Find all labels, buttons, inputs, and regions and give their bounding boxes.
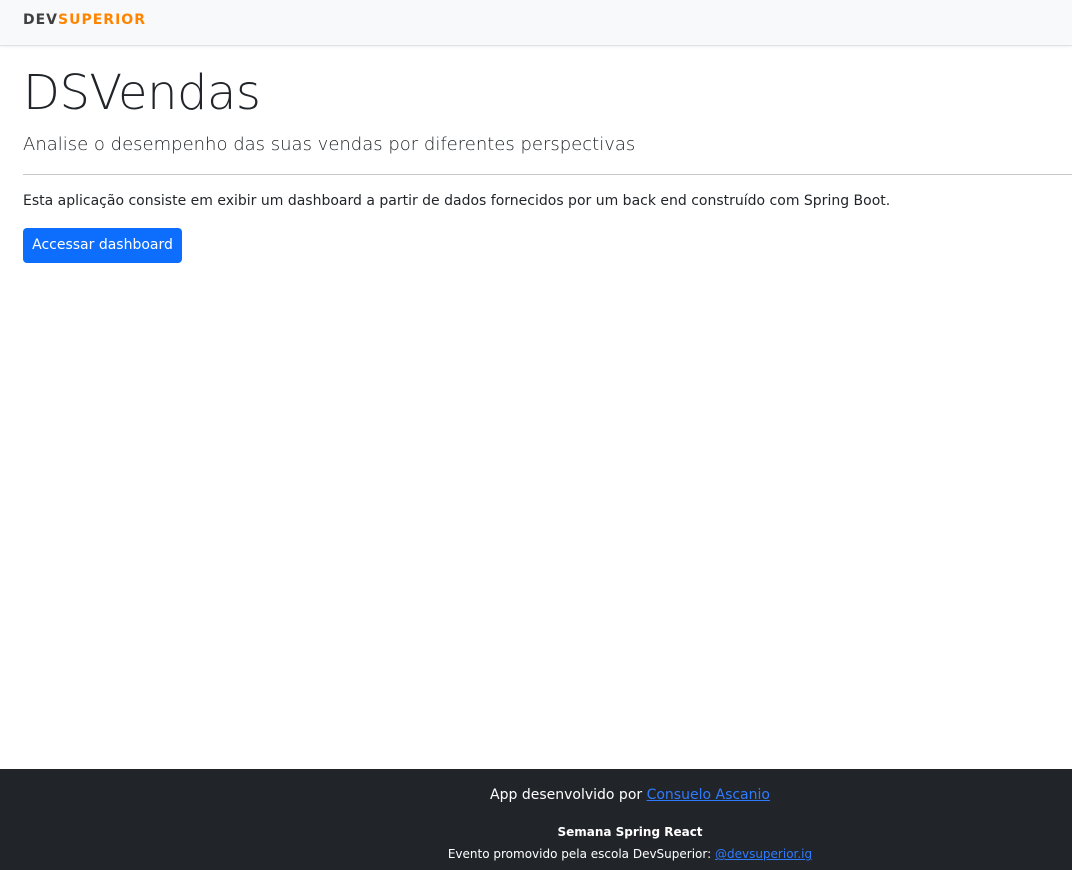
instagram-link[interactable]: @devsuperior.ig xyxy=(715,847,812,861)
divider xyxy=(23,174,1072,175)
brand-logo-prefix: DEV xyxy=(23,12,59,28)
page-subtitle: Analise o desempenho das suas vendas por… xyxy=(23,134,636,155)
main-content: DSVendas Analise o desempenho das suas v… xyxy=(23,60,1072,263)
footer-credits: App desenvolvido por Consuelo Ascanio xyxy=(0,785,1072,805)
developer-link[interactable]: Consuelo Ascanio xyxy=(647,787,770,803)
footer-event-info: Evento promovido pela escola DevSuperior… xyxy=(0,846,1072,862)
footer-event-title: Semana Spring React xyxy=(557,825,703,839)
footer-developed-by-text: App desenvolvido por xyxy=(490,787,647,803)
page-title: DSVendas xyxy=(23,65,261,121)
brand-logo-suffix: SUPERIOR xyxy=(58,12,146,28)
footer: App desenvolvido por Consuelo Ascanio Se… xyxy=(0,769,1072,870)
page-description: Esta aplicação consiste em exibir um das… xyxy=(23,193,891,209)
brand-logo[interactable]: DEVSUPERIOR xyxy=(23,12,146,28)
navbar: DEVSUPERIOR xyxy=(0,0,1072,46)
access-dashboard-button[interactable]: Accessar dashboard xyxy=(23,228,182,263)
footer-event-text: Evento promovido pela escola DevSuperior… xyxy=(447,847,715,861)
